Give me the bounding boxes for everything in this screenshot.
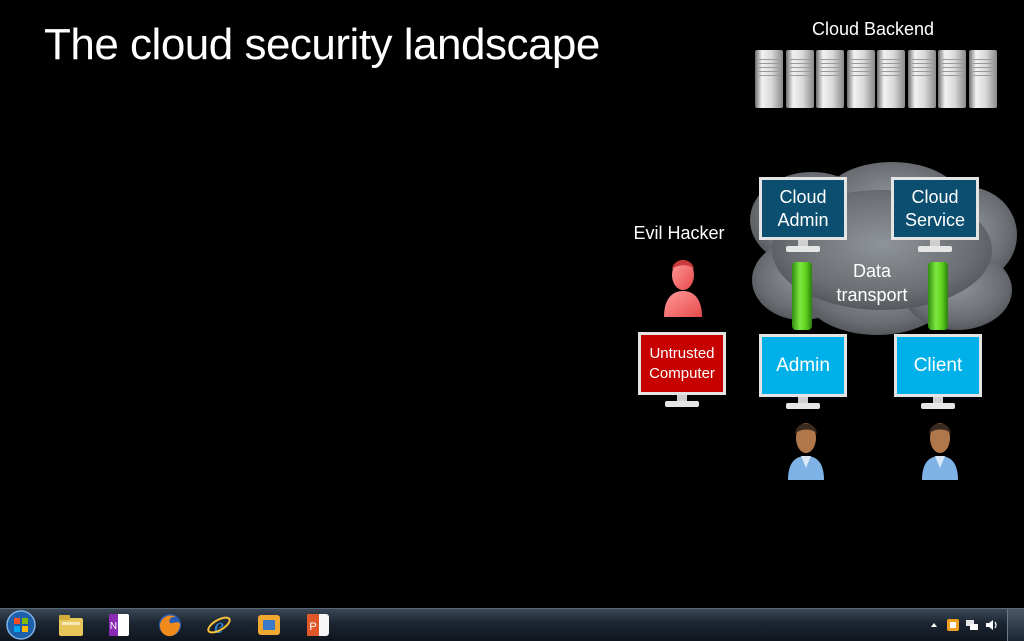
data-transport-pipe-client	[928, 262, 948, 330]
server-icon	[969, 50, 997, 108]
powerpoint-icon[interactable]: P	[304, 611, 332, 639]
server-icon	[755, 50, 783, 108]
onenote-icon[interactable]: N	[105, 611, 133, 639]
admin-screen: Admin	[759, 334, 847, 397]
volume-icon[interactable]	[984, 617, 1000, 633]
untrusted-computer-monitor: Untrusted Computer	[638, 332, 726, 412]
cloud-service-monitor: Cloud Service	[891, 177, 979, 257]
file-explorer-icon[interactable]	[57, 611, 85, 639]
security-shield-icon[interactable]	[946, 617, 960, 633]
virtual-machine-icon[interactable]	[255, 611, 283, 639]
admin-monitor: Admin	[759, 334, 847, 414]
internet-explorer-icon[interactable]: e	[205, 611, 233, 639]
server-icon	[877, 50, 905, 108]
cloud-backend-label: Cloud Backend	[811, 19, 935, 39]
untrusted-computer-screen: Untrusted Computer	[638, 332, 726, 395]
server-icon	[908, 50, 936, 108]
client-user-icon	[922, 423, 958, 480]
cloud-admin-screen: Cloud Admin	[759, 177, 847, 240]
show-hidden-icons-chevron[interactable]	[929, 617, 939, 633]
server-icon	[847, 50, 875, 108]
show-desktop-button[interactable]	[1007, 609, 1024, 641]
server-rack-image	[755, 50, 999, 110]
svg-text:P: P	[309, 621, 316, 633]
network-icon[interactable]	[965, 617, 979, 633]
svg-text:N: N	[110, 621, 117, 632]
firefox-icon[interactable]	[156, 611, 184, 639]
client-screen: Client	[894, 334, 982, 397]
data-transport-label: Data transport	[836, 261, 908, 305]
windows-start-icon[interactable]	[4, 609, 38, 641]
server-icon	[938, 50, 966, 108]
presentation-slide: The cloud security landscape Cloud Backe…	[0, 0, 1024, 608]
svg-text:e: e	[214, 613, 224, 638]
cloud-service-screen: Cloud Service	[891, 177, 979, 240]
slide-title: The cloud security landscape	[44, 20, 600, 69]
cloud-admin-monitor: Cloud Admin	[759, 177, 847, 257]
data-transport-pipe-admin	[792, 262, 812, 330]
server-icon	[816, 50, 844, 108]
windows-taskbar: N e P	[0, 608, 1024, 641]
hacker-person-icon	[664, 260, 702, 317]
admin-user-icon	[788, 423, 824, 480]
server-icon	[786, 50, 814, 108]
client-monitor: Client	[894, 334, 982, 414]
evil-hacker-label: Evil Hacker	[633, 223, 725, 243]
